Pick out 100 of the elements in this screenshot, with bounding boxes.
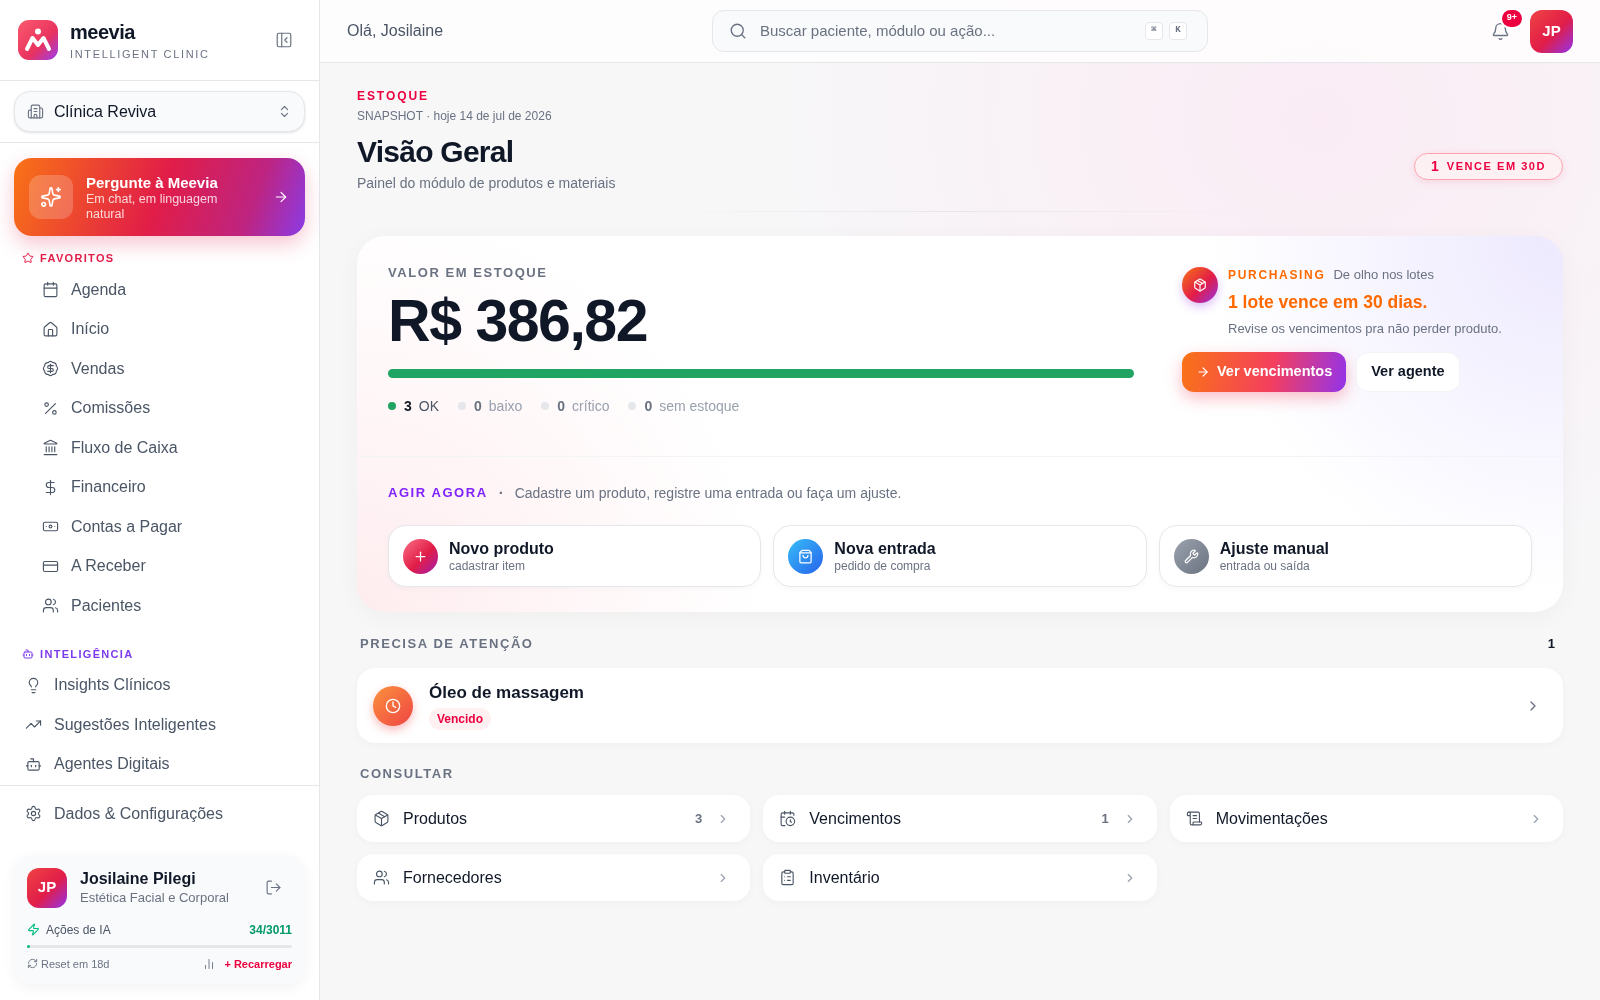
secondary-action-button[interactable]: Ver agente: [1356, 352, 1460, 392]
legend-count: 0: [557, 398, 566, 414]
logo-icon: [18, 20, 58, 60]
consult-card[interactable]: Fornecedores: [357, 854, 751, 901]
plus-icon: [403, 538, 438, 574]
legend-label: baixo: [488, 398, 523, 414]
ai-actions-reading: 34/3011: [249, 921, 292, 939]
refresh-icon: [27, 958, 38, 970]
settings-icon: [25, 805, 42, 823]
legend-count: 0: [644, 398, 653, 414]
reset-text: Reset em 18d: [41, 956, 110, 972]
quick-actions-description: Cadastre um produto, registre uma entrada ou faça um ajuste.: [514, 485, 902, 501]
page-meta: SNAPSHOT · hoje 14 de jul de 2026: [357, 108, 553, 124]
people-icon: [373, 869, 390, 886]
sidebar-item[interactable]: Dados & Configurações: [14, 794, 223, 834]
panel-collapse-icon[interactable]: [275, 31, 293, 49]
section-heading: CONSULTAR: [359, 766, 455, 782]
wrench-icon: [1173, 538, 1209, 574]
legend-label: crítico: [572, 398, 610, 414]
bell-icon[interactable]: [1491, 21, 1510, 41]
action-title: Novo produto: [449, 538, 554, 559]
sidebar-item[interactable]: Agentes Digitais: [14, 744, 305, 784]
sidebar-item[interactable]: Início: [14, 309, 305, 349]
action-subtitle: pedido de compra: [834, 558, 932, 574]
consult-label: Produtos: [403, 808, 468, 829]
consult-card[interactable]: Vencimentos 1: [763, 795, 1157, 842]
primary-action-button[interactable]: Ver vencimentos: [1182, 352, 1347, 392]
sparkles-icon: [29, 175, 73, 219]
percent-icon: [42, 399, 59, 417]
stock-value-label: VALOR EM ESTOQUE: [388, 265, 549, 281]
section-count: 1: [1547, 636, 1555, 652]
sidebar-item[interactable]: Agenda: [14, 270, 305, 310]
logout-icon[interactable]: [265, 879, 282, 896]
sidebar-item[interactable]: Contas a Pagar: [14, 507, 305, 547]
item-count: 3: [695, 809, 703, 828]
page-subtitle: Painel do módulo de produtos e materiais: [357, 174, 616, 193]
bar-chart-icon: [203, 957, 216, 970]
insight-headline: 1 lote vence em 30 dias.: [1228, 291, 1429, 314]
user-role: Estética Facial e Corporal: [80, 888, 229, 907]
quick-action-card[interactable]: Novo produto cadastrar item: [388, 525, 762, 587]
action-title: Nova entrada: [834, 538, 936, 559]
section-heading: PRECISA DE ATENÇÃO: [360, 636, 534, 652]
sidebar-item[interactable]: Sugestões Inteligentes: [14, 705, 305, 745]
clipboard-icon: [779, 869, 797, 886]
lightning-icon: [27, 923, 40, 936]
search-bar[interactable]: Buscar paciente, módulo ou ação... ⌘ K: [712, 10, 1208, 52]
sidebar-item[interactable]: A Receber: [14, 546, 305, 586]
sidebar-item[interactable]: Financeiro: [14, 467, 305, 507]
legend-label: sem estoque: [659, 398, 740, 414]
attention-item[interactable]: Óleo de massagem Vencido: [357, 668, 1563, 743]
insight-context: De olho nos lotes: [1333, 267, 1434, 283]
quick-action-card[interactable]: Ajuste manual entrada ou saída: [1158, 525, 1532, 587]
legend-count: 0: [474, 398, 482, 414]
sidebar-item[interactable]: Vendas: [14, 349, 305, 389]
assistant-subtitle: Em chat, em linguagem natural: [86, 191, 219, 222]
clock-icon: [373, 685, 413, 726]
robot-icon: [25, 755, 42, 773]
user-avatar[interactable]: JP: [1530, 9, 1573, 53]
item-name: Óleo de massagem: [429, 681, 584, 704]
alert-label: VENCE EM 30D: [1446, 159, 1546, 175]
item-count: 1: [1101, 809, 1109, 828]
calendar-clock-icon: [779, 810, 797, 827]
page-eyebrow: ESTOQUE: [357, 88, 430, 104]
consult-card[interactable]: Inventário: [763, 854, 1157, 901]
consult-card[interactable]: Movimentações: [1169, 795, 1563, 842]
quick-actions-heading: AGIR AGORA: [388, 485, 488, 501]
legend-count: 3: [404, 398, 412, 414]
shopping-bag-icon: [788, 538, 824, 574]
robot-icon: [22, 647, 34, 660]
building-icon: [27, 103, 44, 120]
bank-icon: [42, 439, 59, 457]
box-icon: [1182, 267, 1218, 303]
brand-tagline: INTELLIGENT CLINIC: [70, 46, 210, 61]
page-title: Visão Geral: [357, 134, 515, 170]
arrow-right-icon: [273, 189, 289, 205]
user-name: Josilaine Pilegi: [80, 868, 197, 889]
star-icon: [22, 252, 34, 264]
clinic-selector[interactable]: Clínica Reviva: [14, 91, 305, 132]
sidebar-item[interactable]: Pacientes: [14, 586, 305, 626]
legend-label: OK: [418, 398, 440, 414]
consult-label: Fornecedores: [403, 867, 502, 888]
stock-value: R$ 386,82: [388, 290, 648, 352]
alert-count: 1: [1431, 157, 1439, 176]
status-badge: Vencido: [429, 707, 491, 730]
recharge-link[interactable]: + Recarregar: [224, 955, 292, 972]
quick-action-card[interactable]: Nova entrada pedido de compra: [773, 525, 1147, 587]
insight-body: Revise os vencimentos pra não perder produto.: [1228, 320, 1502, 338]
notification-badge: 9+: [1502, 9, 1522, 27]
calendar-icon: [42, 281, 59, 299]
search-field[interactable]: Buscar paciente, módulo ou ação...: [760, 19, 1145, 43]
search-icon: [729, 22, 747, 40]
assistant-card[interactable]: Pergunte à Meevia Em chat, em linguagem natural: [14, 158, 305, 236]
sidebar-item[interactable]: Comissões: [14, 388, 305, 428]
user-avatar: JP: [27, 867, 67, 908]
sidebar-item[interactable]: Fluxo de Caixa: [14, 428, 305, 468]
consult-label: Inventário: [809, 867, 880, 888]
ai-actions-label: Ações de IA: [46, 921, 111, 939]
consult-card[interactable]: Produtos 3: [357, 795, 751, 842]
sidebar-item[interactable]: Insights Clínicos: [14, 665, 305, 705]
assistant-title: Pergunte à Meevia: [86, 172, 219, 192]
